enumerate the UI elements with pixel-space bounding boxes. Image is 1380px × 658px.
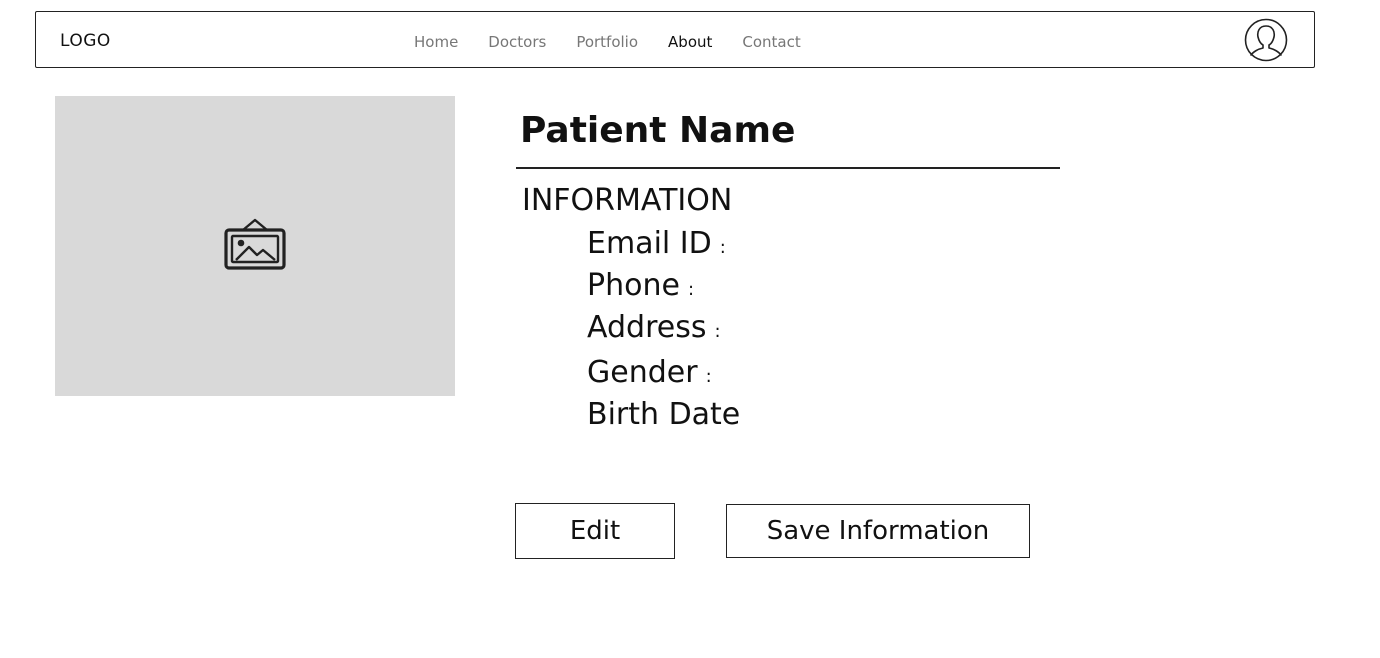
- field-colon: :: [705, 366, 712, 387]
- field-label: Email ID: [587, 226, 712, 261]
- patient-name-heading: Patient Name: [520, 110, 796, 151]
- field-address: Address:: [587, 310, 721, 345]
- top-navbar: LOGO Home Doctors Portfolio About Contac…: [35, 11, 1315, 68]
- field-label: Gender: [587, 355, 698, 390]
- nav-links: Home Doctors Portfolio About Contact: [414, 33, 831, 51]
- save-information-button[interactable]: Save Information: [726, 504, 1030, 558]
- nav-link-doctors[interactable]: Doctors: [488, 33, 546, 51]
- field-gender: Gender:: [587, 355, 712, 390]
- field-label: Birth Date: [587, 397, 741, 432]
- logo[interactable]: LOGO: [60, 31, 111, 51]
- field-colon: :: [687, 279, 695, 300]
- field-colon: :: [719, 237, 726, 258]
- field-colon: :: [714, 321, 721, 342]
- field-birth-date: Birth Date: [587, 397, 748, 432]
- field-email: Email ID:: [587, 226, 726, 261]
- patient-photo-placeholder: [55, 96, 455, 396]
- name-divider: [516, 167, 1060, 169]
- nav-link-contact[interactable]: Contact: [742, 33, 800, 51]
- information-heading: INFORMATION: [522, 183, 733, 218]
- field-label: Phone: [587, 268, 680, 303]
- field-label: Address: [587, 310, 707, 345]
- nav-link-portfolio[interactable]: Portfolio: [576, 33, 638, 51]
- edit-button[interactable]: Edit: [515, 503, 675, 559]
- user-avatar-icon[interactable]: [1244, 18, 1288, 62]
- page: LOGO Home Doctors Portfolio About Contac…: [0, 0, 1380, 658]
- field-phone: Phone:: [587, 268, 694, 303]
- nav-link-home[interactable]: Home: [414, 33, 458, 51]
- nav-link-about[interactable]: About: [668, 33, 712, 51]
- image-placeholder-icon: [224, 218, 286, 270]
